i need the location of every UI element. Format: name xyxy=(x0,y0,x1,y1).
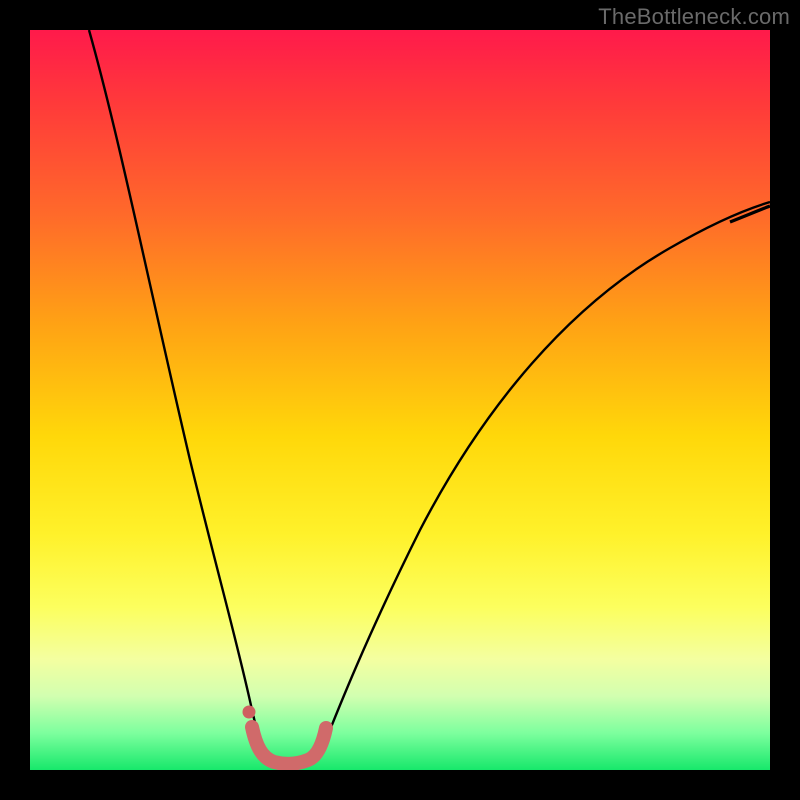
curve-layer xyxy=(30,30,770,770)
valley-marker xyxy=(252,727,326,764)
valley-dot xyxy=(243,706,256,719)
chart-frame: TheBottleneck.com xyxy=(0,0,800,800)
left-branch-curve xyxy=(89,30,266,760)
plot-area xyxy=(30,30,770,770)
watermark-text: TheBottleneck.com xyxy=(598,4,790,30)
right-branch-curve xyxy=(318,202,770,760)
